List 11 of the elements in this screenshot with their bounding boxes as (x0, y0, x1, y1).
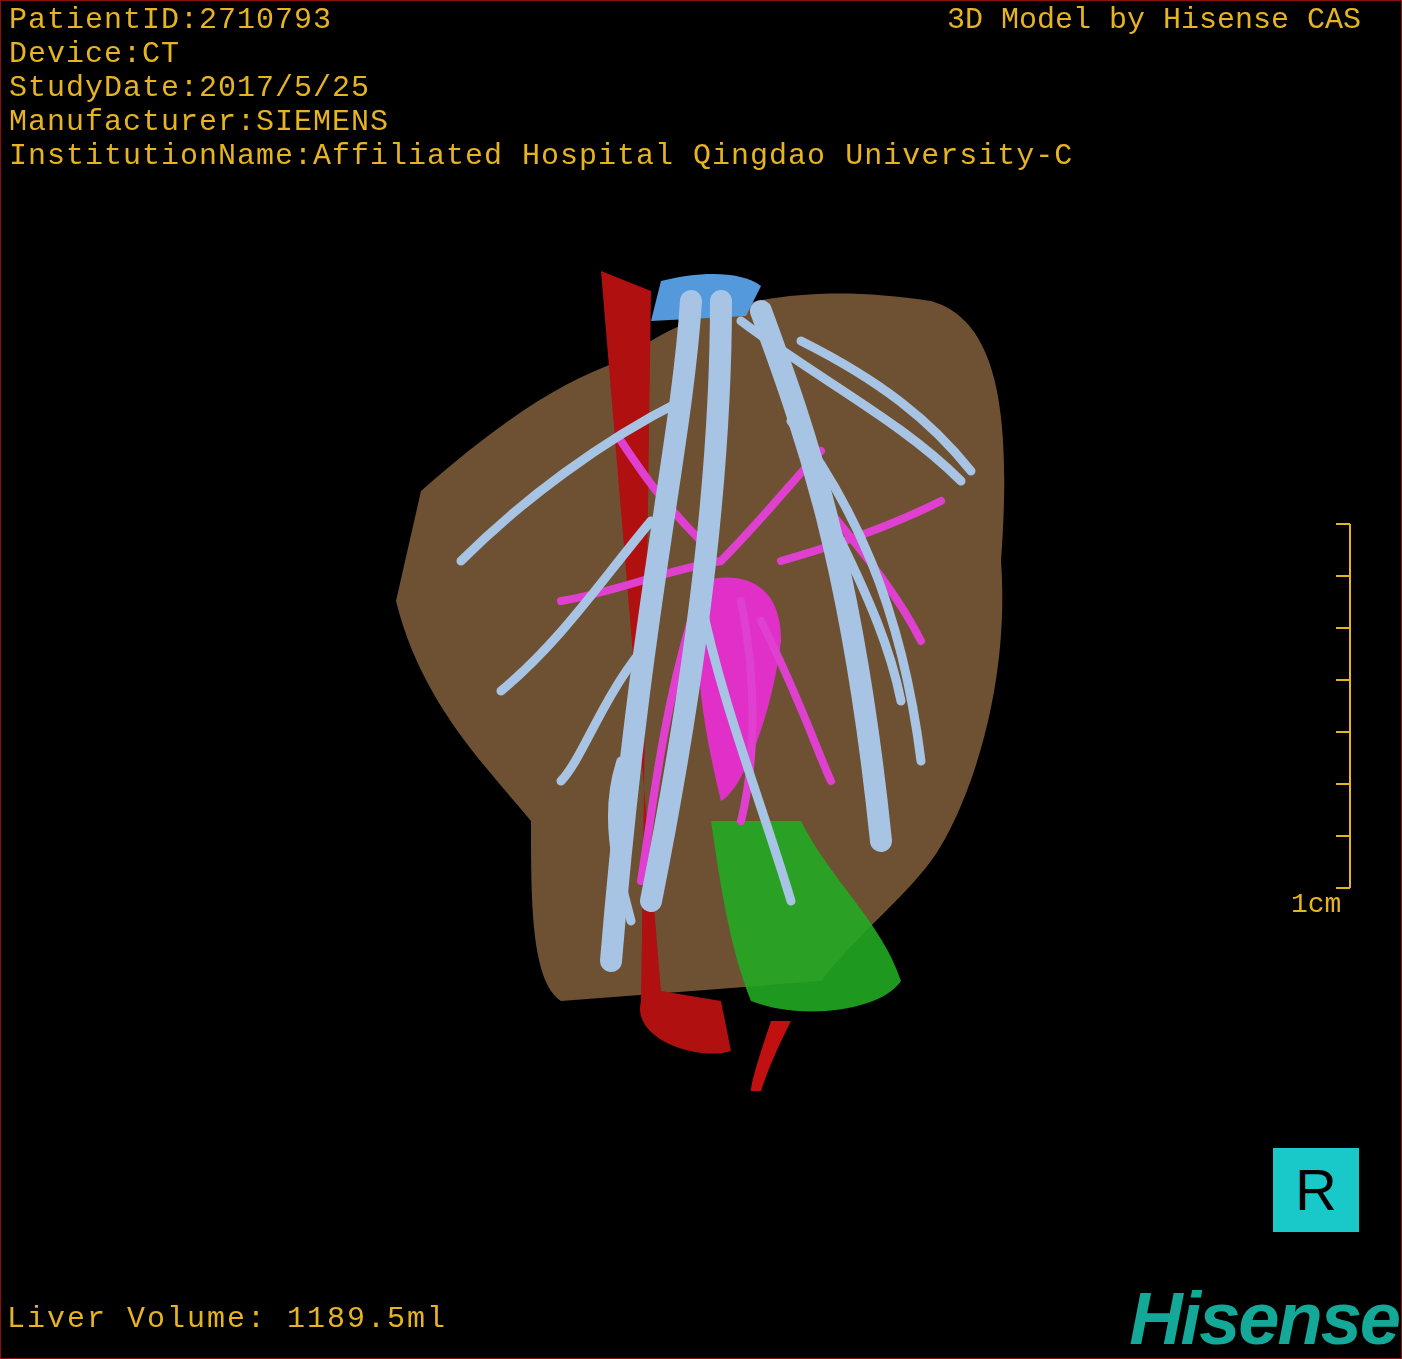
info-text: PatientID:2710793 (9, 3, 333, 37)
orientation-marker: R (1273, 1148, 1359, 1232)
scale-label: 1cm (1291, 889, 1342, 921)
info-text: StudyDate:2017/5/25 (9, 71, 371, 105)
credit-text: 3D Model by Hisense CAS (946, 3, 1361, 37)
info-text: InstitutionName:Affiliated Hospital Qingdao University-C (9, 139, 1074, 173)
scale-bar-icon (1335, 523, 1352, 889)
brand-logo: Hisense (1129, 1279, 1399, 1358)
liver-volume-text: Liver Volume: 1189.5ml (7, 1301, 448, 1337)
info-text: Manufacturer:SIEMENS (9, 105, 390, 139)
info-text: Device:CT (9, 37, 181, 71)
